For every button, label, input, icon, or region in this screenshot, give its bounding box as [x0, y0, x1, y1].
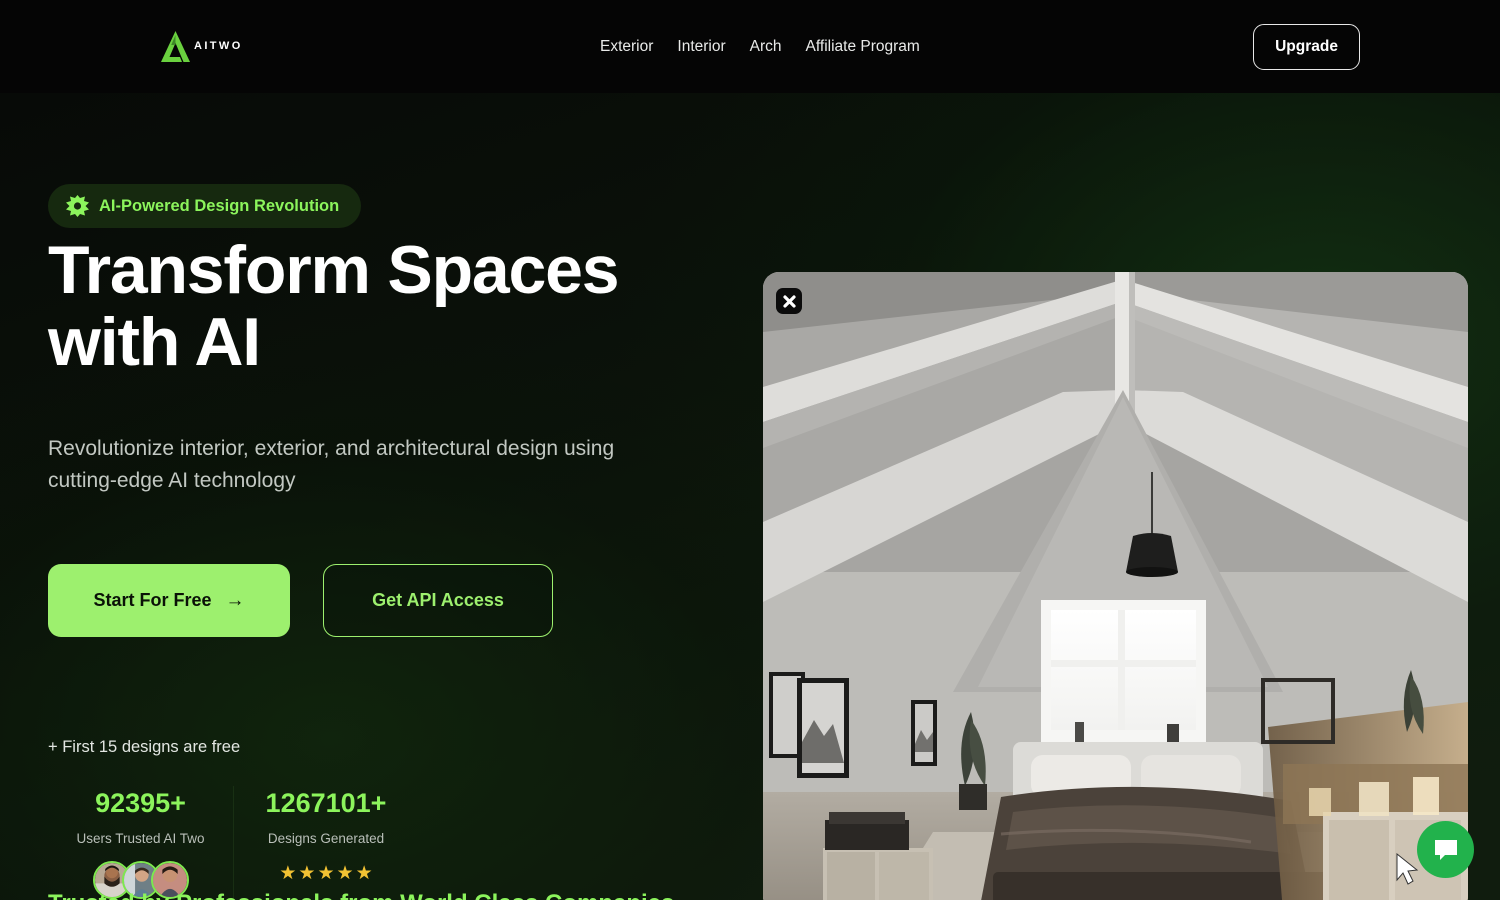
hero-left-column: AI-Powered Design Revolution Transform S… — [48, 93, 748, 900]
stat-designs-generated: 1267101+ Designs Generated ★ ★ ★ ★ ★ — [233, 786, 418, 899]
chat-bubble-icon — [1434, 839, 1457, 860]
page-title: Transform Spaces with AI — [48, 234, 708, 378]
get-api-access-button[interactable]: Get API Access — [323, 564, 553, 637]
trusted-companies-heading: Trusted by Professionals from World Clas… — [48, 890, 674, 900]
upgrade-button[interactable]: Upgrade — [1253, 24, 1360, 70]
nav-item-arch[interactable]: Arch — [738, 36, 794, 58]
interior-preview-image[interactable] — [763, 272, 1468, 900]
star-icon: ★ — [317, 863, 335, 884]
star-icon: ★ — [336, 863, 354, 884]
attic-bedroom-illustration — [763, 272, 1468, 900]
site-header: AITWO Exterior Interior Arch Affiliate P… — [0, 0, 1500, 93]
star-icon: ★ — [279, 863, 297, 884]
star-icon: ★ — [355, 863, 373, 884]
nav-item-affiliate-program[interactable]: Affiliate Program — [794, 36, 932, 58]
headline-line-2: with AI — [48, 304, 261, 380]
star-icon: ★ — [298, 863, 316, 884]
free-designs-note: + First 15 designs are free — [48, 738, 241, 756]
star-rating: ★ ★ ★ ★ ★ — [279, 864, 372, 884]
headline-line-1: Transform Spaces — [48, 232, 620, 308]
site-logo[interactable]: AITWO — [160, 30, 243, 63]
hero-badge-label: AI-Powered Design Revolution — [99, 196, 340, 215]
hero-badge[interactable]: AI-Powered Design Revolution — [48, 184, 362, 228]
stat-label: Designs Generated — [267, 831, 385, 846]
stat-users-trusted: 92395+ Users Trusted AI Two — [48, 786, 233, 899]
triangle-a-logo-icon — [161, 31, 190, 62]
logo-text: AITWO — [194, 40, 243, 52]
stat-value: 1267101+ — [265, 788, 387, 818]
arrow-right-icon: → — [225, 590, 245, 611]
stats-group: 92395+ Users Trusted AI Two 1267101+ Des… — [48, 786, 418, 899]
sparkle-gear-icon — [66, 195, 89, 217]
page-root: AITWO Exterior Interior Arch Affiliate P… — [0, 0, 1500, 900]
close-preview-button[interactable] — [776, 288, 802, 314]
nav-item-interior[interactable]: Interior — [665, 36, 737, 58]
chat-widget-button[interactable] — [1417, 821, 1474, 878]
start-for-free-label: Start For Free — [93, 590, 212, 610]
main-navigation: Exterior Interior Arch Affiliate Program — [600, 36, 932, 58]
nav-item-exterior[interactable]: Exterior — [600, 36, 665, 58]
stat-value: 92395+ — [95, 788, 186, 818]
stat-label: Users Trusted AI Two — [76, 831, 205, 846]
hero-cta-row: Start For Free → Get API Access — [48, 564, 553, 637]
close-x-icon — [782, 294, 796, 308]
hero-subtitle: Revolutionize interior, exterior, and ar… — [48, 437, 615, 492]
start-for-free-button[interactable]: Start For Free → — [48, 564, 290, 637]
